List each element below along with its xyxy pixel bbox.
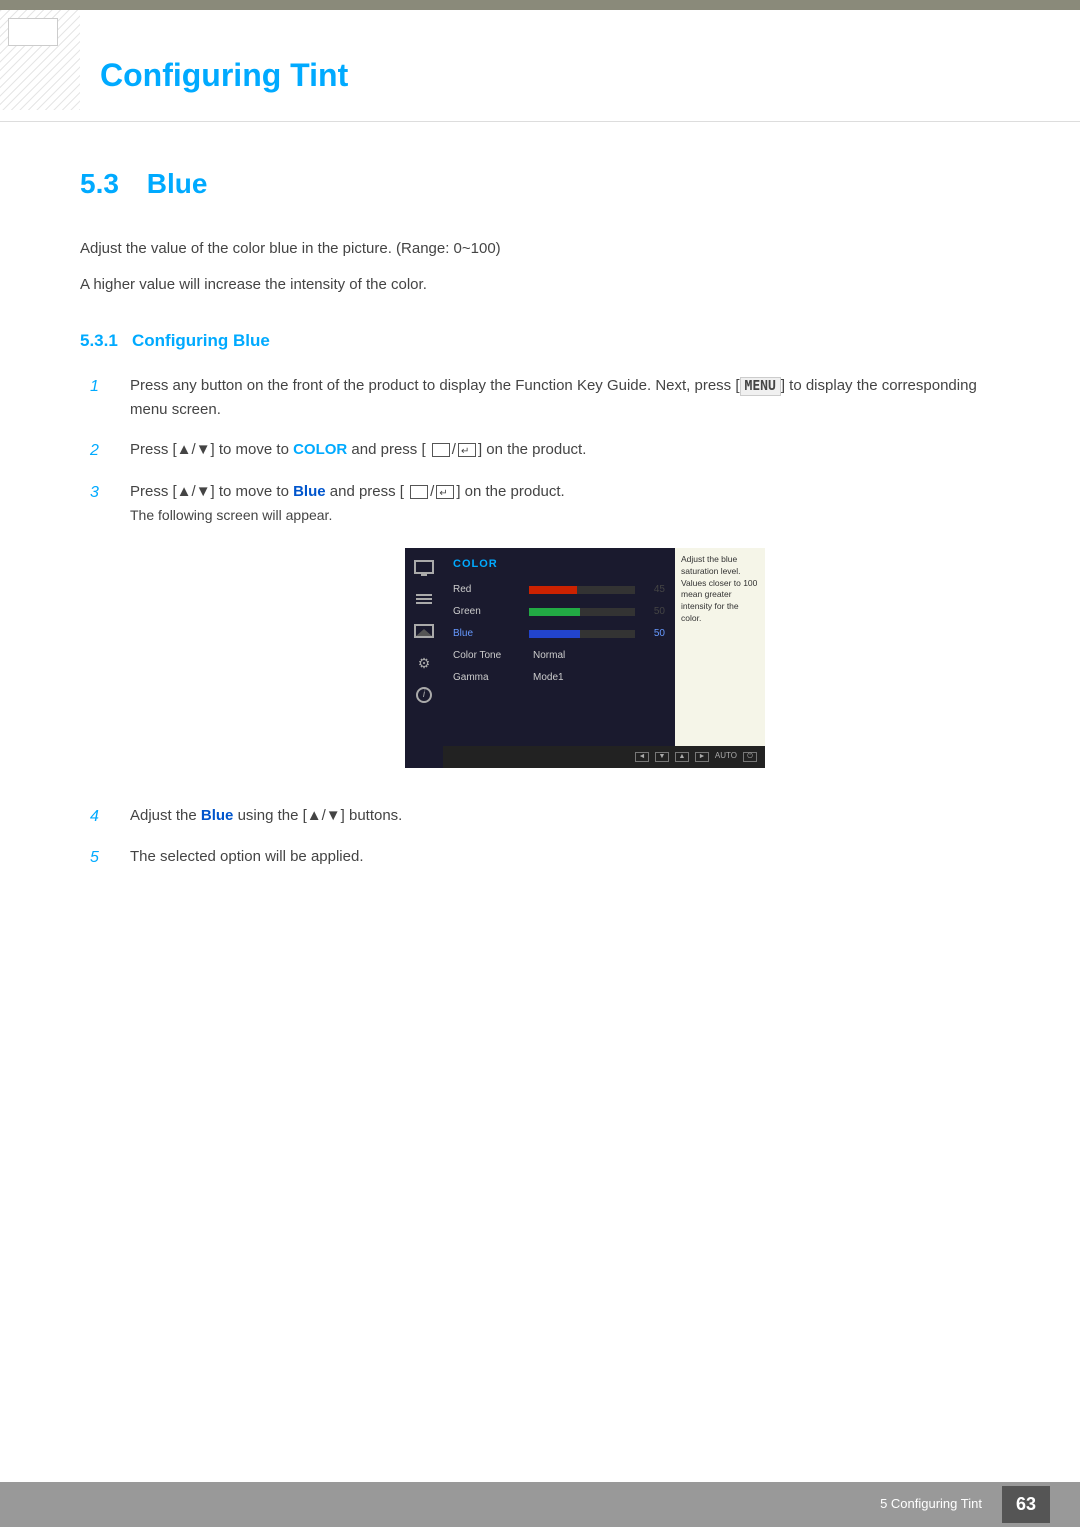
menu-value-colortone: Normal bbox=[533, 648, 565, 664]
menu-item-red: Red 45 bbox=[453, 579, 665, 601]
step-1-num: 1 bbox=[90, 374, 120, 400]
menu-value-red: 45 bbox=[641, 582, 665, 598]
subsection-number: 5.3.1 bbox=[80, 331, 118, 350]
menu-item-gamma: Gamma Mode1 bbox=[453, 667, 665, 689]
step-3-num: 3 bbox=[90, 480, 120, 506]
menu-label-green: Green bbox=[453, 604, 523, 620]
menu-bar-red bbox=[529, 586, 635, 594]
step-5: 5 The selected option will be applied. bbox=[90, 845, 1000, 871]
section-heading: 5.3 Blue bbox=[80, 162, 1000, 207]
blue-keyword-2: Blue bbox=[201, 807, 234, 824]
btn-left: ◄ bbox=[635, 752, 649, 762]
steps-list: 1 Press any button on the front of the p… bbox=[90, 374, 1000, 871]
bottom-bar: ◄ ▼ ▲ ► AUTO ⏻ bbox=[443, 746, 765, 768]
menu-item-green: Green 50 bbox=[453, 601, 665, 623]
menu-area: COLOR Red 45 Green bbox=[443, 548, 675, 768]
menu-bar-fill-green bbox=[529, 608, 580, 616]
screen-tooltip: Adjust the blue saturation level. Values… bbox=[675, 548, 765, 768]
header-white-box bbox=[8, 18, 58, 46]
menu-label-red: Red bbox=[453, 582, 523, 598]
screen-mockup: ⚙ i COLOR Red bbox=[405, 548, 765, 768]
step-4-content: Adjust the Blue using the [▲/▼] buttons. bbox=[130, 804, 1000, 828]
following-screen-text: The following screen will appear. bbox=[130, 507, 332, 523]
step-3: 3 Press [▲/▼] to move to Blue and press … bbox=[90, 480, 1000, 788]
subsection-title: Configuring Blue bbox=[132, 331, 270, 350]
footer-section-text: 5 Configuring Tint bbox=[880, 1494, 982, 1515]
description-2: A higher value will increase the intensi… bbox=[80, 273, 1000, 297]
lines-icon bbox=[416, 594, 432, 604]
menu-label-blue: Blue bbox=[453, 626, 523, 642]
monitor-icon bbox=[414, 560, 434, 574]
step-2-num: 2 bbox=[90, 438, 120, 464]
menu-label-colortone: Color Tone bbox=[453, 648, 523, 664]
step-5-content: The selected option will be applied. bbox=[130, 845, 1000, 869]
page-title: Configuring Tint bbox=[80, 40, 1000, 101]
sidebar-icons: ⚙ i bbox=[405, 548, 443, 768]
menu-bar-fill-blue bbox=[529, 630, 580, 638]
sidebar-icon-monitor bbox=[413, 558, 435, 576]
section-number: 5.3 bbox=[80, 168, 119, 199]
picture-icon bbox=[414, 624, 434, 638]
sidebar-icon-info: i bbox=[413, 686, 435, 704]
button-icon-enter bbox=[458, 443, 476, 457]
btn-power: ⏻ bbox=[743, 752, 757, 762]
menu-bar-blue bbox=[529, 630, 635, 638]
step-4-num: 4 bbox=[90, 804, 120, 830]
btn-auto-text: AUTO bbox=[715, 750, 737, 763]
screen-container: ⚙ i COLOR Red bbox=[170, 548, 1000, 768]
btn-right: ► bbox=[695, 752, 709, 762]
menu-value-gamma: Mode1 bbox=[533, 670, 564, 686]
sidebar-icon-gear: ⚙ bbox=[413, 654, 435, 672]
button-icon-square bbox=[432, 443, 450, 457]
footer: 5 Configuring Tint 63 bbox=[0, 1482, 1080, 1527]
sidebar-icon-lines bbox=[413, 590, 435, 608]
gear-icon: ⚙ bbox=[418, 652, 431, 674]
step-5-num: 5 bbox=[90, 845, 120, 871]
color-keyword: COLOR bbox=[293, 441, 347, 458]
btn-down: ▼ bbox=[655, 752, 669, 762]
step-1-content: Press any button on the front of the pro… bbox=[130, 374, 1000, 422]
subsection-heading: 5.3.1 Configuring Blue bbox=[80, 327, 1000, 354]
header-area: Configuring Tint bbox=[0, 10, 1080, 122]
blue-keyword: Blue bbox=[293, 483, 326, 500]
button-icon-enter-2 bbox=[436, 485, 454, 499]
description-1: Adjust the value of the color blue in th… bbox=[80, 237, 1000, 261]
main-content: 5.3 Blue Adjust the value of the color b… bbox=[0, 122, 1080, 967]
menu-label-gamma: Gamma bbox=[453, 670, 523, 686]
step-2: 2 Press [▲/▼] to move to COLOR and press… bbox=[90, 438, 1000, 464]
step-1: 1 Press any button on the front of the p… bbox=[90, 374, 1000, 422]
step-2-content: Press [▲/▼] to move to COLOR and press [… bbox=[130, 438, 1000, 462]
section-title: Blue bbox=[147, 168, 208, 199]
menu-key: MENU bbox=[740, 377, 781, 396]
menu-value-blue: 50 bbox=[641, 626, 665, 642]
sidebar-icon-pic bbox=[413, 622, 435, 640]
menu-title: COLOR bbox=[453, 556, 665, 574]
menu-item-blue: Blue 50 bbox=[453, 623, 665, 645]
footer-page-number: 63 bbox=[1002, 1486, 1050, 1523]
menu-item-colortone: Color Tone Normal bbox=[453, 645, 665, 667]
step-4: 4 Adjust the Blue using the [▲/▼] button… bbox=[90, 804, 1000, 830]
top-bar bbox=[0, 0, 1080, 10]
step-3-content: Press [▲/▼] to move to Blue and press [ … bbox=[130, 480, 1000, 788]
btn-up: ▲ bbox=[675, 752, 689, 762]
button-icon-square-2 bbox=[410, 485, 428, 499]
menu-bar-green bbox=[529, 608, 635, 616]
menu-bar-fill-red bbox=[529, 586, 577, 594]
info-icon: i bbox=[416, 687, 432, 703]
menu-value-green: 50 bbox=[641, 604, 665, 620]
